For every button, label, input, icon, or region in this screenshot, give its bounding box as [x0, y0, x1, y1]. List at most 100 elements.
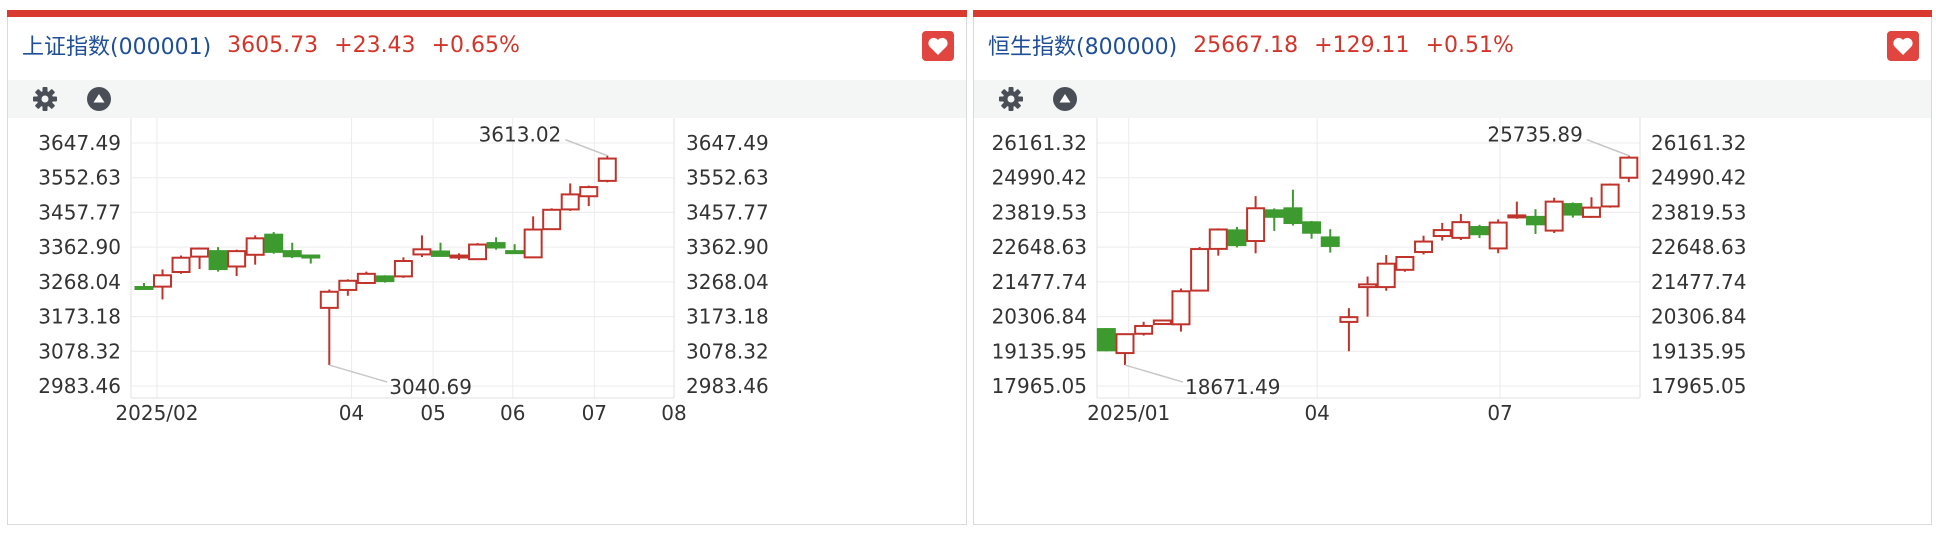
candle-body-down: [1264, 209, 1284, 218]
x-tick-label: 05: [420, 401, 445, 425]
y-tick-label-right: 3173.18: [686, 305, 769, 329]
candle-body-up: [1619, 156, 1639, 179]
candle[interactable]: [245, 235, 265, 265]
candle[interactable]: [1096, 328, 1116, 352]
candle[interactable]: [282, 242, 302, 259]
chart-toolbar: [8, 80, 966, 118]
y-tick-label-left: 21477.74: [992, 270, 1087, 294]
candle[interactable]: [338, 279, 358, 296]
candle[interactable]: [1246, 196, 1266, 254]
candle-body-down: [375, 275, 395, 283]
candle[interactable]: [1320, 229, 1340, 253]
y-tick-label-right: 20306.84: [1651, 305, 1746, 329]
candle[interactable]: [1190, 247, 1210, 292]
y-tick-label-right: 24990.42: [1651, 166, 1746, 190]
candle[interactable]: [1414, 235, 1434, 255]
annotation-label: 25735.89: [1487, 123, 1582, 147]
y-tick-label-left: 3173.18: [38, 305, 121, 329]
candle[interactable]: [523, 216, 543, 259]
candle[interactable]: [430, 242, 450, 257]
y-tick-label-left: 23819.53: [992, 200, 1087, 224]
candle[interactable]: [1451, 214, 1471, 241]
candle-body-up: [1134, 324, 1154, 335]
candle[interactable]: [171, 255, 191, 274]
candle[interactable]: [1283, 189, 1303, 226]
candle[interactable]: [1544, 197, 1564, 233]
candle[interactable]: [227, 249, 247, 277]
candle-body-down: [1227, 229, 1247, 247]
candle[interactable]: [468, 243, 488, 261]
candle[interactable]: [486, 237, 506, 250]
candle[interactable]: [449, 253, 469, 260]
collapse-triangle-icon[interactable]: [1052, 86, 1078, 112]
candle[interactable]: [597, 155, 617, 183]
candle-body-up: [393, 260, 413, 278]
candle-body-up: [1358, 283, 1378, 289]
index-name[interactable]: 上证指数(000001): [22, 29, 211, 61]
candle[interactable]: [264, 232, 284, 254]
candle[interactable]: [412, 235, 432, 257]
candle[interactable]: [1507, 201, 1527, 219]
candle[interactable]: [1563, 202, 1583, 218]
candle[interactable]: [505, 244, 525, 255]
settings-gear-icon[interactable]: [998, 86, 1024, 112]
candle[interactable]: [1227, 226, 1247, 248]
candle[interactable]: [1171, 288, 1191, 332]
settings-gear-icon[interactable]: [32, 86, 58, 112]
candle-body-up: [227, 250, 247, 268]
candle-body-down: [208, 250, 228, 271]
candle[interactable]: [1134, 321, 1154, 336]
y-tick-label-right: 3647.49: [686, 131, 769, 155]
y-tick-label-left: 3552.63: [38, 166, 121, 190]
candle[interactable]: [542, 208, 562, 231]
candle[interactable]: [1619, 155, 1639, 183]
candle-body-up: [597, 157, 617, 182]
panel-header: 恒生指数(800000) 25667.18 +129.11 +0.51%: [974, 17, 1931, 73]
candle-body-up: [153, 274, 173, 288]
index-name[interactable]: 恒生指数(800000): [988, 29, 1177, 61]
x-tick-label: 08: [661, 401, 686, 425]
y-tick-label-right: 2983.46: [686, 374, 769, 398]
candle-body-up: [1208, 228, 1228, 250]
candle[interactable]: [190, 247, 210, 270]
candle[interactable]: [1432, 222, 1452, 241]
candle[interactable]: [301, 254, 321, 264]
candlestick-chart-shanghai[interactable]: 3647.49 3647.49 3552.63 3552.63 3457.77 3457.…: [8, 118, 966, 525]
candle-body-up: [1376, 262, 1396, 289]
candle[interactable]: [1115, 333, 1135, 366]
candle[interactable]: [1339, 308, 1359, 352]
candle[interactable]: [1470, 224, 1490, 239]
candle[interactable]: [134, 282, 154, 290]
candle[interactable]: [208, 247, 228, 272]
favorite-heart-icon[interactable]: [922, 31, 954, 61]
y-tick-label-left: 3078.32: [38, 339, 121, 363]
y-tick-label-right: 3552.63: [686, 166, 769, 190]
y-tick-label-left: 3268.04: [38, 270, 121, 294]
annotation-label: 3040.69: [389, 375, 472, 399]
candle-body-down: [134, 285, 154, 290]
y-tick-label-right: 17965.05: [1651, 374, 1746, 398]
candle-body-up: [579, 186, 599, 198]
candle[interactable]: [393, 257, 413, 278]
candle[interactable]: [1581, 197, 1601, 218]
candle-body-down: [1096, 328, 1116, 352]
candle[interactable]: [1600, 183, 1620, 208]
candle[interactable]: [1264, 208, 1284, 231]
candle[interactable]: [319, 289, 339, 365]
candle[interactable]: [1376, 255, 1396, 291]
candle[interactable]: [560, 183, 580, 211]
candle[interactable]: [1488, 219, 1508, 254]
candle[interactable]: [1358, 276, 1378, 317]
candlestick-chart-hangseng[interactable]: 26161.32 26161.32 24990.42 24990.42 23819.53…: [974, 118, 1931, 525]
favorite-heart-icon[interactable]: [1887, 31, 1919, 61]
candle[interactable]: [1395, 256, 1415, 272]
y-tick-label-left: 22648.63: [992, 235, 1087, 259]
candle[interactable]: [375, 275, 395, 283]
y-tick-label-right: 3268.04: [686, 270, 769, 294]
candle[interactable]: [1152, 319, 1172, 326]
candle-body-up: [1246, 207, 1266, 243]
candle[interactable]: [1208, 228, 1228, 256]
candle[interactable]: [356, 271, 376, 285]
candle-body-down: [1302, 221, 1322, 234]
collapse-triangle-icon[interactable]: [86, 86, 112, 112]
